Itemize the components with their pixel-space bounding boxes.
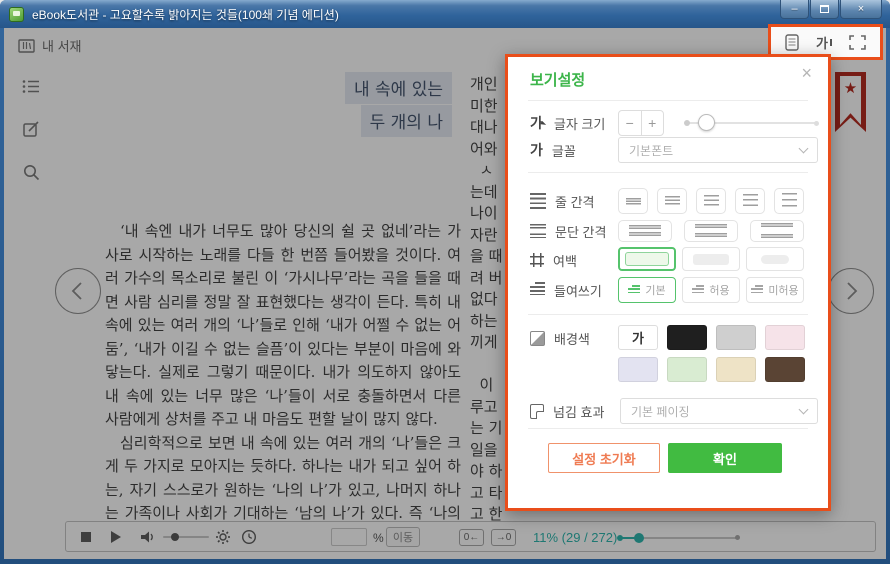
line-spacing-label: 줄 간격 — [530, 188, 595, 214]
font-size-stepper: − + — [618, 110, 664, 136]
indent-lines-icon — [751, 285, 763, 295]
divider — [528, 100, 808, 101]
divider — [528, 428, 808, 429]
indent-label: 들여쓰기 — [530, 277, 602, 303]
spacing-lines-icon — [782, 193, 797, 209]
line-spacing-option-4[interactable] — [735, 188, 765, 214]
line-spacing-option-1[interactable] — [618, 188, 648, 214]
line-spacing-option-3[interactable] — [696, 188, 726, 214]
page-view-button[interactable] — [785, 34, 799, 51]
font-size-decrease-button[interactable]: − — [619, 111, 642, 135]
page-view-icon — [785, 34, 799, 51]
bg-swatch-gray[interactable] — [716, 325, 756, 350]
close-button[interactable]: × — [840, 0, 882, 19]
para-spacing-option-3[interactable] — [750, 220, 804, 242]
bg-swatch-white[interactable]: 가 — [618, 325, 658, 350]
window-title: eBook도서관 - 고요할수록 밝아지는 것들(100쇄 기념 에디션) — [32, 6, 339, 23]
titlebar: eBook도서관 - 고요할수록 밝아지는 것들(100쇄 기념 에디션) – … — [0, 0, 890, 28]
view-settings-dialog: 보기설정 × 가 글자 크기 − + 가 글꼴 기본폰트 줄 간격 — [505, 54, 831, 511]
slider-start-dot — [684, 120, 690, 126]
text-cursor-icon — [830, 39, 832, 46]
slider-end-dot — [814, 121, 819, 126]
chevron-down-icon — [799, 143, 809, 153]
dialog-title: 보기설정 — [530, 69, 585, 90]
margin-option-large[interactable] — [746, 247, 804, 271]
line-spacing-options — [618, 188, 804, 214]
app-icon — [9, 7, 24, 22]
para-spacing-label: 문단 간격 — [530, 218, 606, 244]
spacing-lines-icon — [743, 194, 758, 208]
indent-options: 기본 허용 미허용 — [618, 277, 804, 303]
margin-option-small[interactable] — [618, 247, 676, 271]
tts-font-button[interactable]: 가 — [816, 33, 832, 52]
reset-settings-button[interactable]: 설정 초기화 — [548, 443, 660, 473]
background-color-icon — [530, 331, 545, 346]
indent-lines-icon — [692, 285, 704, 295]
line-spacing-icon — [530, 193, 546, 209]
margin-options — [618, 247, 804, 271]
margin-label: 여백 — [530, 247, 577, 273]
tts-font-icon: 가 — [816, 33, 828, 52]
indent-option-disallow[interactable]: 미허용 — [746, 277, 804, 303]
margin-icon — [530, 253, 544, 267]
page-effect-select[interactable]: 기본 페이징 — [620, 398, 818, 424]
bg-swatch-pink[interactable] — [765, 325, 805, 350]
margin-option-medium[interactable] — [682, 247, 740, 271]
para-spacing-options — [618, 220, 804, 242]
font-ga-icon: 가 — [530, 143, 543, 157]
bg-swatch-black[interactable] — [667, 325, 707, 350]
bg-swatch-beige[interactable] — [716, 357, 756, 382]
indent-option-allow[interactable]: 허용 — [682, 277, 740, 303]
maximize-icon — [820, 5, 829, 13]
app-window: eBook도서관 - 고요할수록 밝아지는 것들(100쇄 기념 에디션) – … — [0, 0, 890, 564]
page-effect-value: 기본 페이징 — [631, 403, 690, 420]
line-spacing-option-2[interactable] — [657, 188, 687, 214]
fullscreen-icon — [849, 35, 866, 50]
font-size-slider-knob[interactable] — [698, 114, 715, 131]
divider — [528, 314, 808, 315]
font-family-value: 기본폰트 — [629, 142, 673, 159]
background-color-options: 가 — [618, 325, 805, 382]
spacing-lines-icon — [626, 198, 641, 205]
spacing-lines-icon — [704, 195, 719, 207]
bg-swatch-lavender[interactable] — [618, 357, 658, 382]
spacing-lines-icon — [665, 196, 680, 206]
fullscreen-button[interactable] — [849, 35, 866, 50]
window-controls: – × — [780, 0, 882, 19]
para-spacing-icon — [530, 224, 546, 238]
indent-lines-icon — [628, 285, 640, 295]
line-spacing-option-5[interactable] — [774, 188, 804, 214]
divider — [528, 172, 808, 173]
indent-option-default[interactable]: 기본 — [618, 277, 676, 303]
chevron-down-icon — [799, 404, 809, 414]
font-family-select[interactable]: 기본폰트 — [618, 137, 818, 163]
font-size-label: 가 글자 크기 — [530, 110, 605, 136]
maximize-button[interactable] — [810, 0, 839, 19]
font-size-increase-button[interactable]: + — [642, 111, 664, 135]
para-spacing-option-1[interactable] — [618, 220, 672, 242]
close-icon[interactable]: × — [801, 64, 812, 82]
minimize-button[interactable]: – — [780, 0, 809, 19]
page-turn-icon — [530, 404, 544, 419]
background-color-label: 배경색 — [530, 325, 590, 351]
bg-swatch-ga-label: 가 — [632, 328, 644, 347]
font-family-label: 가 글꼴 — [530, 137, 576, 163]
confirm-button[interactable]: 확인 — [668, 443, 782, 473]
bg-swatch-green[interactable] — [667, 357, 707, 382]
para-spacing-option-2[interactable] — [684, 220, 738, 242]
indent-icon — [530, 282, 545, 297]
page-effect-label: 넘김 효과 — [530, 398, 604, 424]
bg-swatch-brown[interactable] — [765, 357, 805, 382]
